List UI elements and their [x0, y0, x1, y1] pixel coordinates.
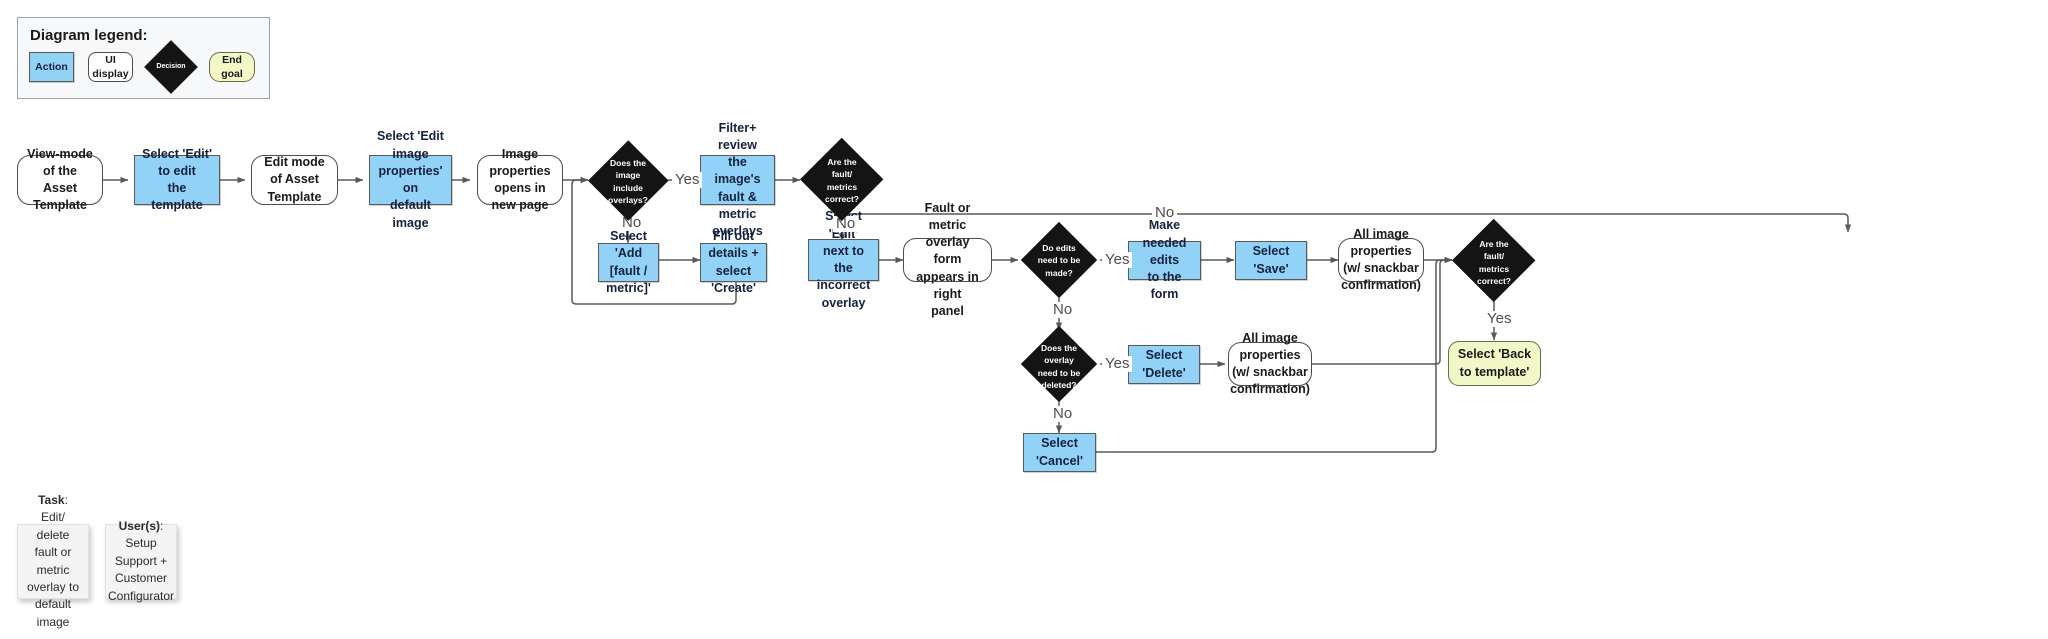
edge-label-overlays-yes: Yes — [672, 172, 703, 188]
legend-decision-label: Decision — [156, 63, 186, 70]
node-select-save[interactable]: Select 'Save' — [1235, 241, 1307, 280]
edge-label-edits-yes: Yes — [1102, 252, 1133, 268]
legend-swatch-action: Action — [29, 52, 74, 82]
node-filter-review-overlays[interactable]: Filter+ review the image's fault & metri… — [700, 121, 775, 238]
node-view-mode-asset-template[interactable]: View-mode of the Asset Template — [17, 147, 103, 212]
node-all-image-properties-2[interactable]: All image properties (w/ snackbar confir… — [1228, 331, 1312, 396]
decision-image-include-overlays-label: Does the image include overlays? — [608, 158, 648, 205]
note-users-label: User(s) — [118, 519, 160, 534]
node-image-properties-new-page[interactable]: Image properties opens in new page — [477, 147, 563, 212]
decision-fault-metrics-correct-2-label: Are the fault/ metrics correct? — [1476, 239, 1511, 286]
node-select-delete[interactable]: Select 'Delete' — [1128, 345, 1200, 384]
node-select-edit-incorrect-overlay[interactable]: Select 'Edit' next to the incorrect over… — [808, 209, 879, 310]
node-select-add-fault-metric[interactable]: Select 'Add [fault / metric]' — [598, 229, 659, 295]
edge-label-delete-no: No — [1050, 406, 1076, 422]
note-users: User(s): Setup Support + Customer Config… — [105, 519, 177, 603]
flowchart-canvas: Diagram legend: Action UI display Decisi… — [0, 0, 2048, 639]
node-make-needed-edits[interactable]: Make needed edits to the form — [1128, 218, 1201, 301]
note-task: Task: Edit/ delete fault or metric overl… — [17, 493, 89, 629]
decision-fault-metrics-correct-1-label: Are the fault/ metrics correct? — [824, 157, 859, 204]
edge-label-correct1-no-right: No — [1152, 205, 1178, 221]
decision-edits-needed-label: Do edits need to be made? — [1037, 243, 1081, 278]
decision-edits-needed[interactable]: Do edits need to be made? — [1018, 221, 1100, 299]
edge-layer — [103, 176, 1852, 453]
decision-overlay-needs-delete[interactable]: Does the overlay need to be deleted? — [1018, 325, 1100, 403]
edge-label-edits-no: No — [1050, 302, 1076, 318]
legend-swatch-ui-display: UI display — [88, 52, 133, 82]
legend-swatch-decision: Decision — [144, 40, 198, 94]
node-fill-out-details-create[interactable]: Fill out details + select 'Create' — [700, 229, 767, 295]
node-edit-mode-asset-template[interactable]: Edit mode of Asset Template — [251, 155, 338, 205]
node-select-back-to-template[interactable]: Select 'Back to template' — [1448, 341, 1541, 386]
edge-label-correct1-no-down: No — [833, 216, 859, 232]
legend-swatch-end-goal: End goal — [209, 52, 255, 82]
node-select-cancel[interactable]: Select 'Cancel' — [1023, 433, 1096, 472]
note-task-text: : Edit/ delete fault or metric overlay t… — [26, 492, 80, 629]
edge-label-delete-yes: Yes — [1102, 356, 1133, 372]
edge-label-correct2-yes: Yes — [1484, 311, 1515, 327]
decision-image-include-overlays[interactable]: Does the image include overlays? — [587, 139, 669, 221]
node-select-edit-image-properties[interactable]: Select 'Edit image properties' on defaul… — [369, 129, 452, 230]
node-overlay-form-right-panel[interactable]: Fault or metric overlay form appears in … — [903, 201, 992, 318]
edge-label-overlays-no: No — [619, 215, 645, 231]
node-select-edit-template[interactable]: Select 'Edit' to edit the template — [134, 147, 220, 212]
node-all-image-properties-1[interactable]: All image properties (w/ snackbar confir… — [1338, 227, 1424, 292]
decision-fault-metrics-correct-2[interactable]: Are the fault/ metrics correct? — [1451, 218, 1536, 303]
legend-title: Diagram legend: — [30, 27, 148, 44]
note-task-label: Task — [38, 492, 65, 507]
decision-overlay-needs-delete-label: Does the overlay need to be deleted? — [1037, 343, 1081, 390]
